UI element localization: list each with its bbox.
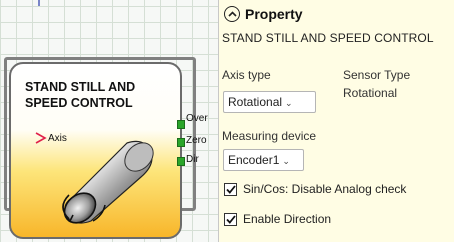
- checkmark-icon: [225, 184, 236, 194]
- encoder-icon: [62, 140, 154, 224]
- output-pin-over-label: Over: [186, 113, 208, 124]
- axis-type-label: Axis type: [222, 68, 271, 82]
- block-title: STAND STILL AND SPEED CONTROL: [25, 79, 175, 111]
- arrow-right-icon[interactable]: [35, 132, 47, 144]
- block-title-line2: SPEED CONTROL: [25, 96, 133, 110]
- panel-title: Property: [245, 6, 303, 22]
- enable-direction-row[interactable]: Enable Direction: [224, 212, 331, 226]
- property-panel: Property STAND STILL AND SPEED CONTROL A…: [218, 0, 454, 242]
- diagram-canvas[interactable]: STAND STILL AND SPEED CONTROL Axis Over …: [0, 0, 218, 242]
- output-pin-over[interactable]: [177, 120, 185, 129]
- panel-subtitle: STAND STILL AND SPEED CONTROL: [222, 31, 434, 45]
- sincos-disable-analog-checkbox[interactable]: [224, 182, 237, 196]
- sensor-type-value: Rotational: [343, 86, 398, 100]
- axis-type-value: Rotational: [228, 95, 283, 109]
- enable-direction-label: Enable Direction: [243, 212, 332, 226]
- block-title-line1: STAND STILL AND: [25, 80, 136, 94]
- chevron-down-icon: ⌄: [285, 98, 293, 108]
- chevron-up-icon: [227, 11, 237, 17]
- output-pin-zero[interactable]: [177, 138, 185, 147]
- measuring-device-label: Measuring device: [222, 129, 317, 143]
- collapse-button[interactable]: [224, 6, 240, 22]
- output-pin-dir-label: Dir: [186, 154, 199, 165]
- enable-direction-checkbox[interactable]: [224, 212, 237, 226]
- output-pin-dir[interactable]: [177, 157, 185, 166]
- axis-type-select[interactable]: Rotational ⌄: [223, 91, 316, 113]
- sincos-disable-analog-label: Sin/Cos: Disable Analog check: [243, 182, 407, 196]
- connection-wire: [0, 0, 40, 6]
- sincos-disable-analog-check-row[interactable]: Sin/Cos: Disable Analog check: [224, 182, 406, 196]
- measuring-device-value: Encoder1: [228, 153, 280, 167]
- chevron-down-icon: ⌄: [282, 156, 290, 166]
- sensor-type-label: Sensor Type: [343, 68, 411, 82]
- output-pin-zero-label: Zero: [186, 135, 207, 146]
- measuring-device-select[interactable]: Encoder1 ⌄: [223, 149, 304, 171]
- checkmark-icon: [225, 214, 236, 224]
